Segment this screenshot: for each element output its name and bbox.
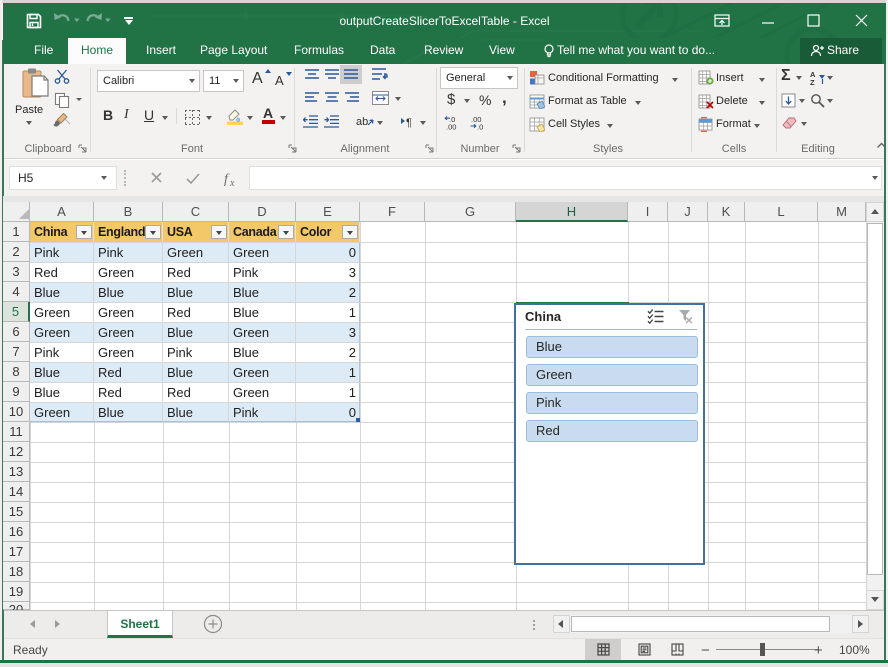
svg-text:¶: ¶ (406, 117, 412, 128)
svg-text:Z: Z (810, 78, 815, 85)
svg-text:.0: .0 (477, 123, 483, 131)
svg-text:.00: .00 (446, 123, 456, 131)
svg-text:x: x (229, 178, 235, 189)
svg-text:ab: ab (356, 116, 368, 128)
